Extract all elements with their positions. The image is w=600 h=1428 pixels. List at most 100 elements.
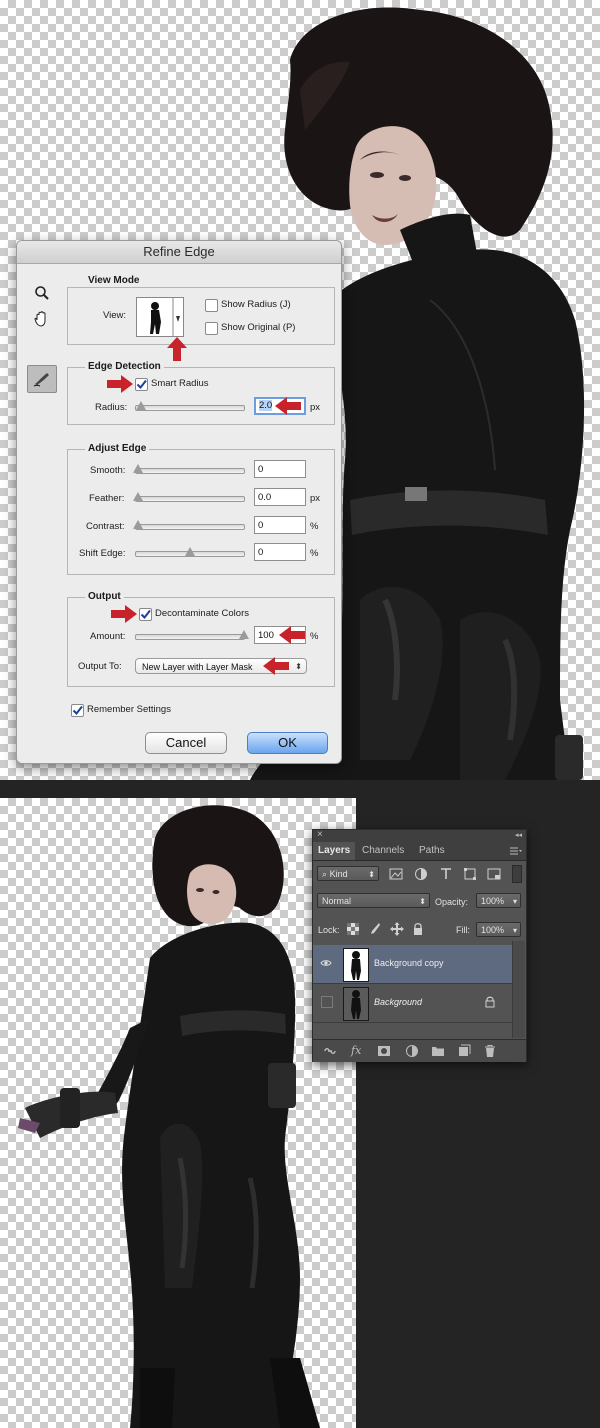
visibility-toggle-empty[interactable]	[321, 996, 333, 1008]
shift-edge-label: Shift Edge:	[79, 548, 126, 559]
panel-collapse-icon[interactable]: ◂◂	[515, 831, 522, 839]
adjust-edge-label: Adjust Edge	[85, 443, 150, 454]
layer-name[interactable]: Background	[374, 997, 422, 1007]
hand-tool-button[interactable]	[27, 307, 57, 331]
zoom-tool-button[interactable]	[27, 281, 57, 305]
dialog-title: Refine Edge	[17, 241, 341, 264]
tab-channels[interactable]: Channels	[357, 842, 409, 860]
lock-image-pixels-icon[interactable]	[369, 922, 381, 936]
lock-position-icon[interactable]	[390, 922, 404, 936]
filter-pixel-icon[interactable]	[389, 867, 403, 881]
filter-kind-label: Kind	[329, 869, 348, 879]
panel-tabs: Layers Channels Paths	[313, 842, 526, 861]
filter-type-icon[interactable]	[439, 867, 453, 881]
opacity-input[interactable]: 100% ▾	[476, 893, 521, 908]
panel-menu-icon[interactable]	[510, 846, 522, 856]
select-arrows-icon: ⬍	[368, 870, 375, 879]
radius-label: Radius:	[95, 402, 128, 413]
shift-edge-slider-thumb[interactable]	[185, 547, 195, 556]
delete-layer-icon[interactable]	[483, 1044, 497, 1058]
remember-settings-label: Remember Settings	[87, 704, 171, 715]
layer-thumbnail	[343, 948, 369, 982]
layers-panel: × ◂◂ Layers Channels Paths ⌕ Kind ⬍ Norm…	[312, 829, 527, 1062]
show-original-checkbox[interactable]	[205, 322, 218, 335]
amount-unit: %	[310, 631, 319, 642]
view-mode-picker[interactable]	[136, 297, 184, 337]
lock-icon	[485, 996, 495, 1008]
output-to-value: New Layer with Layer Mask	[142, 662, 253, 672]
red-arrow-right-icon	[107, 375, 133, 393]
new-group-icon[interactable]	[431, 1044, 445, 1058]
show-original-label: Show Original (P)	[221, 322, 296, 333]
smooth-label: Smooth:	[90, 465, 126, 476]
eye-icon[interactable]	[320, 957, 332, 969]
radius-slider-thumb[interactable]	[136, 401, 147, 410]
dropdown-arrow-icon: ▾	[512, 897, 517, 906]
lock-label: Lock:	[318, 925, 340, 935]
contrast-slider[interactable]	[133, 520, 245, 530]
filter-adjustment-icon[interactable]	[414, 867, 428, 881]
feather-label: Feather:	[89, 493, 125, 504]
red-arrow-left-icon	[279, 626, 305, 644]
smooth-slider[interactable]	[133, 464, 245, 474]
ok-button[interactable]: OK	[247, 732, 328, 754]
fill-label: Fill:	[456, 925, 470, 935]
cancel-button[interactable]: Cancel	[145, 732, 227, 754]
search-icon: ⌕	[322, 869, 328, 879]
view-preview-thumbnail	[137, 298, 183, 336]
checkmark-icon	[136, 379, 147, 390]
refine-radius-tool-button[interactable]	[27, 365, 57, 393]
show-radius-label: Show Radius (J)	[221, 299, 291, 310]
filter-smart-object-icon[interactable]	[487, 867, 501, 881]
smart-radius-label: Smart Radius	[151, 378, 209, 389]
layer-name[interactable]: Background copy	[374, 958, 444, 968]
add-mask-icon[interactable]	[377, 1044, 391, 1058]
show-radius-checkbox[interactable]	[205, 299, 218, 312]
contrast-input[interactable]: 0	[254, 516, 306, 534]
link-layers-icon[interactable]	[323, 1044, 337, 1058]
layer-style-fx-icon[interactable]: fx	[351, 1044, 365, 1058]
decontaminate-colors-checkbox[interactable]	[139, 608, 152, 621]
feather-unit: px	[310, 493, 321, 504]
filter-shape-icon[interactable]	[463, 867, 477, 881]
layers-panel-footer: fx	[313, 1039, 526, 1062]
red-arrow-left-icon	[263, 657, 289, 675]
figure-thumbnail	[344, 988, 368, 1020]
shift-edge-slider[interactable]	[135, 547, 245, 557]
amount-slider-thumb[interactable]	[239, 630, 249, 639]
feather-slider-thumb[interactable]	[133, 492, 143, 501]
decontaminate-colors-label: Decontaminate Colors	[155, 608, 249, 619]
fill-input[interactable]: 100% ▾	[476, 922, 521, 937]
adjustment-layer-icon[interactable]	[405, 1044, 419, 1058]
tab-layers[interactable]: Layers	[313, 842, 356, 860]
smooth-input[interactable]: 0	[254, 460, 306, 478]
amount-label: Amount:	[90, 631, 126, 642]
feather-input[interactable]: 0.0	[254, 488, 306, 506]
shift-edge-input[interactable]: 0	[254, 543, 306, 561]
smooth-slider-thumb[interactable]	[133, 464, 143, 473]
filter-toggle[interactable]	[512, 865, 522, 883]
woman-photo-bottom	[18, 805, 320, 1428]
lock-transparent-pixels-icon[interactable]	[347, 923, 359, 935]
checkmark-icon	[72, 705, 83, 716]
amount-slider[interactable]	[135, 630, 249, 640]
layer-row-background-copy[interactable]: Background copy	[313, 945, 512, 984]
layer-thumbnail	[343, 987, 369, 1021]
radius-slider[interactable]	[135, 401, 245, 411]
new-layer-icon[interactable]	[457, 1044, 471, 1058]
layer-row-background[interactable]: Background	[313, 984, 512, 1023]
smart-radius-checkbox[interactable]	[135, 378, 148, 391]
feather-slider[interactable]	[133, 492, 245, 502]
contrast-slider-thumb[interactable]	[133, 520, 143, 529]
lock-all-icon[interactable]	[413, 922, 423, 935]
blend-mode-select[interactable]: Normal ⬍	[317, 893, 430, 908]
remember-settings-checkbox[interactable]	[71, 704, 84, 717]
layer-filter-select[interactable]: ⌕ Kind ⬍	[317, 866, 379, 881]
layers-scrollbar[interactable]	[512, 941, 525, 1038]
panel-close-icon[interactable]: ×	[317, 829, 323, 840]
view-label: View:	[103, 310, 127, 321]
figure-thumbnail	[351, 951, 361, 980]
contrast-label: Contrast:	[86, 521, 125, 532]
red-arrow-right-icon	[111, 605, 137, 623]
tab-paths[interactable]: Paths	[414, 842, 450, 860]
